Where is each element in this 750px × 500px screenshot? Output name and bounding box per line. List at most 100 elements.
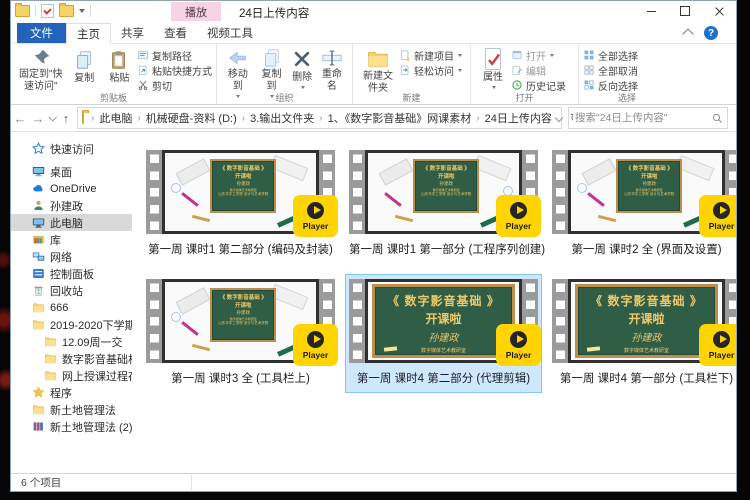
crumb-drive-d[interactable]: 机械硬盘-资料 (D:) bbox=[144, 110, 239, 126]
move-to-icon bbox=[227, 47, 249, 69]
up-icon[interactable]: ↑ bbox=[57, 111, 75, 126]
invert-selection-button[interactable]: 反向选择 bbox=[583, 78, 638, 92]
video-item-6[interactable]: 《 数字影音基础 》 开课啦 孙建政 数字媒体艺术教研室 山东华宇工学院 设计与… bbox=[548, 274, 736, 393]
tab-view[interactable]: 查看 bbox=[154, 23, 197, 43]
button-label: 重命名 bbox=[319, 69, 345, 92]
tab-share[interactable]: 共享 bbox=[111, 23, 154, 43]
video-item-5-selected[interactable]: 《 数字影音基础 》 开课啦 孙建政 数字媒体艺术教研室 山东华宇工学院 设计与… bbox=[345, 274, 542, 393]
archive-icon bbox=[31, 420, 45, 434]
move-to-button[interactable]: 移动到 bbox=[221, 46, 255, 92]
back-icon[interactable]: ← bbox=[11, 111, 29, 126]
file-name[interactable]: 第一周 课时2 全 (界面及设置) bbox=[552, 241, 736, 257]
filmstrip-sprockets bbox=[349, 279, 365, 363]
rename-button[interactable]: 重命名 bbox=[316, 46, 348, 92]
sidebar-item-recycle-bin[interactable]: 回收站 bbox=[11, 282, 132, 299]
button-label: 新建项目 bbox=[414, 48, 454, 63]
sidebar-item-desktop[interactable]: 桌面 bbox=[11, 163, 132, 180]
tab-file[interactable]: 文件 bbox=[17, 23, 66, 43]
doodle bbox=[192, 215, 210, 222]
qat-dropdown-icon[interactable] bbox=[79, 9, 85, 16]
folder-icon[interactable] bbox=[15, 5, 30, 17]
sidebar-item-folder-1209[interactable]: 12.09周一交 bbox=[11, 333, 132, 350]
tab-home[interactable]: 主页 bbox=[66, 23, 111, 44]
item-count: 6 个项目 bbox=[11, 475, 61, 490]
crumb-course-material[interactable]: 1、《数字影音基础》网课素材 bbox=[326, 110, 474, 126]
tab-video-tools[interactable]: 视频工具 bbox=[197, 23, 263, 43]
video-item-3[interactable]: 《 数字影音基础 》 开课啦 孙建政 数字媒体艺术教研室 山东华宇工学院 设计与… bbox=[548, 145, 736, 264]
video-thumbnail: 《 数字影音基础 》 开课啦 孙建政 数字媒体艺术教研室 山东华宇工学院 设计与… bbox=[146, 150, 335, 234]
search-input[interactable] bbox=[573, 111, 712, 125]
breadcrumb[interactable]: 此电脑 机械硬盘-资料 (D:) 3.输出文件夹 1、《数字影音基础》网课素材 … bbox=[77, 107, 562, 129]
sidebar-item-network[interactable]: 网络 bbox=[11, 248, 132, 265]
sidebar-item-archive-land-law-2[interactable]: 新土地管理法 (2) bbox=[11, 418, 132, 435]
sidebar-item-onedrive[interactable]: OneDrive bbox=[11, 180, 132, 197]
new-folder-button[interactable]: 新建文件夹 bbox=[357, 46, 399, 92]
select-none-button[interactable]: 全部取消 bbox=[583, 63, 638, 77]
sidebar-item-libraries[interactable]: 库 bbox=[11, 231, 132, 248]
properties-icon[interactable] bbox=[41, 4, 54, 18]
sidebar-item-label: 桌面 bbox=[50, 164, 72, 180]
copy-button[interactable]: 复制 bbox=[67, 46, 102, 92]
delete-button[interactable]: 删除 bbox=[288, 46, 316, 92]
pin-to-quick-access-button[interactable]: 固定到"快速访问" bbox=[15, 46, 67, 92]
video-item-2[interactable]: 《 数字影音基础 》 开课啦 孙建政 数字媒体艺术教研室 山东华宇工学院 设计与… bbox=[345, 145, 542, 264]
open-button[interactable]: 打开 bbox=[511, 48, 566, 62]
paste-button[interactable]: 粘贴 bbox=[102, 46, 137, 92]
search-box[interactable] bbox=[568, 107, 728, 129]
sidebar-item-folder-2019-2020[interactable]: 2019-2020下学期 bbox=[11, 316, 132, 333]
crumb-this-pc[interactable]: 此电脑 bbox=[97, 110, 134, 126]
sidebar-item-this-pc[interactable]: 此电脑 bbox=[11, 214, 132, 231]
video-thumbnail: 《 数字影音基础 》 开课啦 孙建政 数字媒体艺术教研室 山东华宇工学院 设计与… bbox=[349, 279, 538, 363]
easy-access-button[interactable]: 轻松访问 bbox=[399, 63, 462, 77]
file-name[interactable]: 第一周 课时4 第二部分 (代理剪辑) bbox=[349, 370, 538, 386]
address-dropdown-icon[interactable] bbox=[555, 114, 563, 122]
button-label: 复制 bbox=[74, 73, 94, 85]
sidebar-item-programs[interactable]: 程序 bbox=[11, 384, 132, 401]
properties-icon bbox=[483, 47, 503, 72]
forward-icon[interactable]: → bbox=[29, 111, 47, 126]
file-name[interactable]: 第一周 课时1 第一部分 (工程序列创建) bbox=[349, 241, 538, 257]
file-name[interactable]: 第一周 课时4 第一部分 (工具栏下) bbox=[552, 370, 736, 386]
sidebar-item-folder-666[interactable]: 666 bbox=[11, 299, 132, 316]
doodle bbox=[181, 192, 199, 207]
help-icon[interactable] bbox=[704, 26, 718, 40]
sidebar-item-folder-online-class[interactable]: 网上授课过程存留 bbox=[11, 367, 132, 384]
select-all-button[interactable]: 全部选择 bbox=[583, 48, 638, 62]
edit-button[interactable]: 编辑 bbox=[511, 63, 566, 77]
crumb-current-folder[interactable]: 24日上传内容 bbox=[483, 110, 554, 126]
history-button[interactable]: 历史记录 bbox=[511, 78, 566, 92]
button-label: 粘贴 bbox=[109, 73, 129, 85]
sidebar-item-folder-land-law[interactable]: 新土地管理法 bbox=[11, 401, 132, 418]
window-controls bbox=[634, 1, 736, 21]
minimize-button[interactable] bbox=[634, 1, 668, 21]
properties-button[interactable]: 属性 bbox=[475, 46, 511, 92]
sidebar-item-quick-access[interactable]: 快速访问 bbox=[11, 140, 132, 157]
recent-locations-icon[interactable] bbox=[48, 113, 56, 121]
sidebar-item-folder-digital-av[interactable]: 数字影音基础相关 bbox=[11, 350, 132, 367]
file-name[interactable]: 第一周 课时1 第二部分 (编码及封装) bbox=[146, 241, 335, 257]
new-folder-icon[interactable] bbox=[59, 5, 74, 17]
video-item-4[interactable]: 《 数字影音基础 》 开课啦 孙建政 数字媒体艺术教研室 山东华宇工学院 设计与… bbox=[142, 274, 339, 393]
close-button[interactable] bbox=[702, 1, 736, 21]
invert-selection-icon bbox=[583, 79, 595, 91]
new-item-button[interactable]: 新建项目 bbox=[399, 48, 462, 62]
search-icon[interactable] bbox=[712, 113, 723, 124]
copy-to-button[interactable]: 复制到 bbox=[255, 46, 289, 92]
sidebar-item-user[interactable]: 孙建政 bbox=[11, 197, 132, 214]
sidebar-item-control-panel[interactable]: 控制面板 bbox=[11, 265, 132, 282]
crumb-separator bbox=[134, 113, 143, 124]
copy-path-button[interactable]: 复制路径 bbox=[137, 48, 212, 62]
crumb-output-folder[interactable]: 3.输出文件夹 bbox=[248, 110, 316, 126]
file-name[interactable]: 第一周 课时3 全 (工具栏上) bbox=[146, 370, 335, 386]
rename-icon bbox=[321, 47, 343, 69]
dropdown-icon bbox=[550, 54, 554, 59]
maximize-button[interactable] bbox=[668, 1, 702, 21]
play-icon bbox=[510, 331, 527, 348]
doodle bbox=[384, 192, 402, 207]
network-icon bbox=[31, 250, 45, 264]
paste-shortcut-button[interactable]: 粘贴快捷方式 bbox=[137, 63, 212, 77]
star-icon bbox=[31, 386, 45, 400]
contextual-tab-group-play[interactable]: 播放 bbox=[171, 2, 221, 21]
video-item-1[interactable]: 《 数字影音基础 》 开课啦 孙建政 数字媒体艺术教研室 山东华宇工学院 设计与… bbox=[142, 145, 339, 264]
cut-button[interactable]: 剪切 bbox=[137, 78, 212, 92]
